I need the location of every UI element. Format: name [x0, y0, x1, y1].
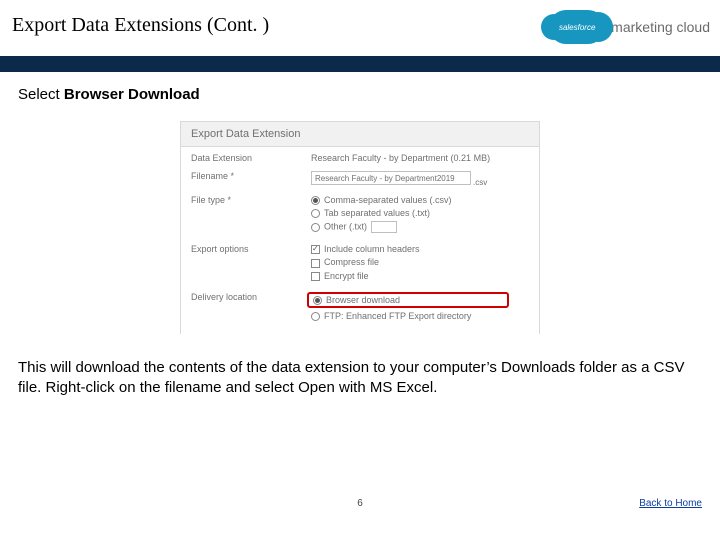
slide-title: Export Data Extensions (Cont. ) [12, 14, 269, 37]
option-encrypt: Encrypt file [324, 271, 369, 281]
dialog-title: Export Data Extension [180, 121, 539, 147]
check-compress[interactable] [311, 259, 320, 268]
filename-ext: .csv [473, 178, 487, 187]
row-delivery: Delivery location Browser download FTP: … [181, 286, 539, 326]
option-other: Other (.txt) [324, 222, 367, 232]
option-csv: Comma-separated values (.csv) [324, 195, 452, 205]
back-to-home-link[interactable]: Back to Home [639, 498, 702, 509]
other-ext-input[interactable] [371, 221, 397, 233]
label-export-options: Export options [191, 244, 311, 283]
row-data-extension: Data Extension Research Faculty - by Dep… [181, 147, 539, 165]
radio-browser[interactable] [313, 296, 322, 305]
radio-csv[interactable] [311, 196, 320, 205]
row-file-type: File type * Comma-separated values (.csv… [181, 189, 539, 238]
logo-group: salesforce marketing cloud [549, 10, 710, 44]
radio-other[interactable] [311, 223, 320, 232]
browser-download-highlight: Browser download [307, 292, 509, 308]
label-delivery: Delivery location [191, 292, 311, 324]
filename-input[interactable]: Research Faculty - by Department2019 [311, 171, 471, 185]
option-ftp: FTP: Enhanced FTP Export directory [324, 311, 471, 321]
option-headers: Include column headers [324, 244, 420, 254]
row-filename: Filename * Research Faculty - by Departm… [181, 165, 539, 189]
description-text: This will download the contents of the d… [0, 334, 720, 399]
option-browser: Browser download [326, 295, 400, 305]
instruction-line: Select Browser Download [18, 86, 702, 103]
value-data-extension: Research Faculty - by Department (0.21 M… [311, 153, 529, 163]
instruction-prefix: Select [18, 86, 64, 103]
marketing-cloud-text: marketing cloud [611, 19, 710, 35]
option-txt: Tab separated values (.txt) [324, 208, 430, 218]
page-number: 6 [357, 498, 363, 509]
row-export-options: Export options Include column headers Co… [181, 238, 539, 285]
slide-footer: 6 Back to Home [0, 498, 720, 528]
check-encrypt[interactable] [311, 272, 320, 281]
option-compress: Compress file [324, 257, 379, 267]
radio-txt[interactable] [311, 209, 320, 218]
instruction-bold: Browser Download [64, 86, 200, 103]
slide-header: Export Data Extensions (Cont. ) salesfor… [0, 0, 720, 56]
label-file-type: File type * [191, 195, 311, 236]
salesforce-cloud-icon: salesforce [549, 10, 605, 44]
header-divider-bar [0, 56, 720, 72]
export-dialog-screenshot: Export Data Extension Data Extension Res… [180, 121, 540, 334]
radio-ftp[interactable] [311, 312, 320, 321]
label-filename: Filename * [191, 171, 311, 187]
check-headers[interactable] [311, 245, 320, 254]
label-data-extension: Data Extension [191, 153, 311, 163]
salesforce-logo-text: salesforce [559, 23, 595, 32]
